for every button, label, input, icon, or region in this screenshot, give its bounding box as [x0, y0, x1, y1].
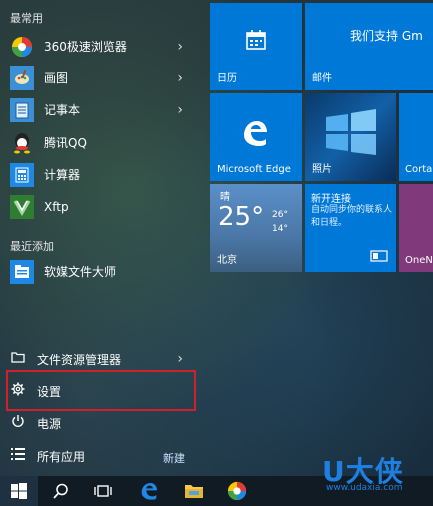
file-explorer-icon[interactable] [175, 476, 213, 506]
system-item-label: 文件资源管理器 [37, 352, 122, 367]
weather-temp: 25° [218, 202, 265, 232]
start-menu-left-panel: 最常用 360极速浏览器 › 画图 › 记事本 › 腾讯QQ 计算器 Xftp … [0, 0, 205, 476]
tile-label: Microsoft Edge [217, 164, 291, 175]
chevron-right-icon[interactable]: › [177, 102, 183, 118]
weather-city: 北京 [217, 255, 237, 266]
file-master-icon [10, 259, 34, 284]
tile-label: OneN [405, 255, 433, 266]
new-label: 新建 [163, 452, 185, 465]
app-item-qq[interactable]: 腾讯QQ [0, 127, 205, 158]
app-item-calculator[interactable]: 计算器 [0, 159, 205, 190]
tile-photos[interactable]: 照片 [305, 93, 396, 181]
chevron-right-icon[interactable]: › [177, 351, 183, 367]
watermark-url: www.udaxia.com [326, 483, 403, 493]
system-item-label: 电源 [37, 416, 62, 431]
paint-icon [10, 65, 34, 90]
app-label: 软媒文件大师 [44, 265, 117, 279]
tile-calendar[interactable]: 日历 [210, 3, 302, 90]
recently-added-header: 最近添加 [10, 240, 54, 253]
edge-icon [240, 118, 270, 152]
tile-cortana[interactable]: Corta [399, 93, 433, 181]
system-item-file-explorer[interactable]: 文件资源管理器 › [0, 346, 205, 372]
system-item-power[interactable]: 电源 [0, 410, 205, 436]
task-view-icon[interactable] [84, 476, 122, 506]
app-label: 画图 [44, 71, 69, 85]
tile-mail[interactable]: 我们支持 Gm 邮件 [305, 3, 433, 90]
weather-low: 14° [272, 224, 288, 234]
list-icon [10, 448, 26, 464]
system-item-label: 所有应用 [37, 449, 86, 464]
notepad-icon [10, 97, 34, 122]
app-item-xftp[interactable]: Xftp [0, 191, 205, 222]
tile-connect[interactable]: 新开连接 自动同步你的联系人和日程。 [305, 184, 396, 272]
app-item-paint[interactable]: 画图 › [0, 62, 205, 93]
qq-icon [10, 131, 34, 155]
folder-icon [10, 351, 26, 367]
app-label: 腾讯QQ [44, 136, 87, 150]
photo-icon [321, 107, 381, 161]
most-used-header: 最常用 [10, 12, 43, 25]
app-label: Xftp [44, 199, 69, 214]
tile-onenote[interactable]: OneN [399, 184, 433, 272]
windows-start-icon[interactable] [0, 476, 38, 506]
mail-header: 我们支持 Gm [350, 29, 423, 43]
weather-condition: 晴 [220, 192, 230, 203]
calendar-icon [245, 29, 267, 55]
app-item-360-browser[interactable]: 360极速浏览器 › [0, 31, 205, 62]
weather-high: 26° [272, 210, 288, 220]
app-label: 记事本 [44, 103, 81, 117]
xftp-icon [10, 194, 34, 219]
chevron-right-icon[interactable]: › [177, 39, 183, 55]
tile-label: 日历 [217, 73, 237, 84]
connect-icon [370, 247, 388, 266]
360-browser-icon[interactable] [218, 476, 256, 506]
360-browser-icon [10, 35, 34, 59]
app-item-file-master[interactable]: 软媒文件大师 [0, 256, 205, 287]
app-label: 计算器 [44, 168, 81, 182]
edge-icon[interactable] [130, 476, 168, 506]
connect-body: 自动同步你的联系人和日程。 [311, 205, 393, 228]
tile-microsoft-edge[interactable]: Microsoft Edge [210, 93, 302, 181]
connect-title: 新开连接 [311, 194, 351, 205]
power-icon [10, 414, 26, 432]
tile-label: 照片 [312, 164, 332, 175]
tile-weather[interactable]: 晴 25° 26° 14° 北京 [210, 184, 302, 272]
calculator-icon [10, 162, 34, 187]
search-icon[interactable] [42, 476, 80, 506]
app-item-notepad[interactable]: 记事本 › [0, 94, 205, 125]
app-label: 360极速浏览器 [44, 40, 127, 54]
settings-highlight-box [6, 370, 196, 411]
chevron-right-icon[interactable]: › [177, 70, 183, 86]
tile-label: Corta [405, 164, 433, 175]
tile-label: 邮件 [312, 73, 332, 84]
